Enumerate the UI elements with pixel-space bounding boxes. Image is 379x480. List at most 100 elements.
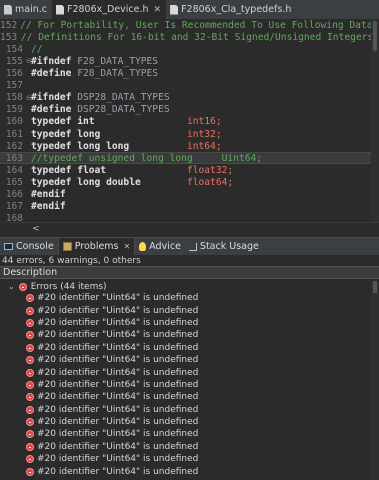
- lightbulb-icon: [139, 242, 147, 251]
- scrollbar-thumb[interactable]: [373, 21, 377, 51]
- code-line[interactable]: 155 ⊖ #ifndef F28_DATA_TYPES: [0, 55, 379, 67]
- c-file-icon: [4, 4, 12, 15]
- problem-row[interactable]: #20 identifier "Uint64" is undefined: [26, 329, 379, 341]
- code-text: #endif: [31, 189, 66, 200]
- editor-horizontal-scrollbar[interactable]: <: [0, 222, 379, 235]
- error-icon: [26, 393, 34, 402]
- code-line[interactable]: 167 #endif: [0, 201, 379, 213]
- line-number: 158: [5, 92, 23, 104]
- problem-row[interactable]: #20 identifier "Uint64" is undefined: [26, 342, 379, 354]
- error-icon: [26, 331, 34, 340]
- code-text: // Definitions For 16-bit and 32-Bit Sig…: [21, 32, 379, 43]
- code-line[interactable]: 163 //typedef unsigned long long Uint64;: [0, 152, 379, 165]
- code-token: float64;: [186, 176, 234, 188]
- scrollbar-thumb[interactable]: [373, 281, 377, 293]
- code-token: typedef long double: [31, 176, 187, 188]
- code-token: DSP28_DATA_TYPES: [77, 92, 170, 104]
- editor-tab-0[interactable]: main.c: [0, 0, 52, 19]
- line-number: 152: [0, 19, 18, 31]
- code-token: //: [31, 43, 43, 55]
- line-number: 162: [5, 140, 23, 152]
- problems-vertical-scrollbar[interactable]: [371, 281, 379, 480]
- code-line[interactable]: 154 //: [0, 43, 379, 55]
- problem-row[interactable]: #20 identifier "Uint64" is undefined: [26, 428, 379, 440]
- view-tab-label: Stack Usage: [199, 241, 259, 252]
- editor-tab-2[interactable]: F2806x_Cla_typedefs.h: [166, 0, 296, 19]
- code-token: int32;: [186, 128, 222, 140]
- line-number: 156: [5, 68, 23, 80]
- code-editor[interactable]: 152// For Portability, User Is Recommend…: [0, 19, 379, 222]
- problem-description: #20 identifier "Uint64" is undefined: [37, 379, 199, 390]
- problem-description: #20 identifier "Uint64" is undefined: [37, 441, 199, 452]
- code-line[interactable]: 162 typedef long long int64;: [0, 140, 379, 152]
- problem-description: #20 identifier "Uint64" is undefined: [37, 466, 199, 477]
- code-line[interactable]: 164 typedef float float32;: [0, 164, 379, 176]
- line-number: 166: [5, 189, 23, 201]
- code-line[interactable]: 156 #define F28_DATA_TYPES: [0, 67, 379, 79]
- code-line[interactable]: 165 typedef long double float64;: [0, 176, 379, 188]
- close-icon[interactable]: ✕: [124, 242, 131, 251]
- code-token: float32;: [186, 164, 234, 176]
- problem-row[interactable]: #20 identifier "Uint64" is undefined: [26, 416, 379, 428]
- problems-icon: [62, 242, 72, 251]
- error-icon: [26, 442, 34, 451]
- code-line[interactable]: 168: [0, 213, 379, 222]
- code-line[interactable]: 153// Definitions For 16-bit and 32-Bit …: [0, 31, 379, 43]
- close-icon[interactable]: ✕: [154, 5, 162, 15]
- code-token: #define: [31, 68, 78, 80]
- problem-row[interactable]: #20 identifier "Uint64" is undefined: [26, 304, 379, 316]
- problem-description: #20 identifier "Uint64" is undefined: [37, 355, 199, 366]
- error-icon: [26, 368, 34, 377]
- view-tab-label: Advice: [149, 241, 181, 252]
- code-text: //: [31, 44, 43, 55]
- error-icon: [26, 418, 34, 427]
- stack-icon: [188, 242, 197, 251]
- code-token: typedef int: [31, 116, 187, 128]
- description-column-header[interactable]: Description: [0, 266, 379, 279]
- code-text: typedef int int16;: [31, 116, 222, 127]
- errors-group[interactable]: ⌄ Errors (44 items): [8, 281, 107, 292]
- view-tab-problems[interactable]: Problems ✕: [57, 238, 136, 255]
- problem-row[interactable]: #20 identifier "Uint64" is undefined: [26, 317, 379, 329]
- code-line[interactable]: 152// For Portability, User Is Recommend…: [0, 19, 379, 31]
- editor-tab-1[interactable]: F2806x_Device.h ✕: [51, 0, 167, 19]
- problem-description: #20 identifier "Uint64" is undefined: [37, 317, 199, 328]
- code-line[interactable]: 166 #endif: [0, 188, 379, 200]
- problem-description: #20 identifier "Uint64" is undefined: [37, 454, 199, 465]
- code-line[interactable]: 161 typedef long int32;: [0, 128, 379, 140]
- problem-row[interactable]: #20 identifier "Uint64" is undefined: [26, 404, 379, 416]
- chevron-down-icon[interactable]: ⌄: [8, 282, 15, 291]
- code-token: #ifndef: [31, 92, 78, 104]
- problem-description: #20 identifier "Uint64" is undefined: [37, 367, 199, 378]
- problem-row[interactable]: #20 identifier "Uint64" is undefined: [26, 292, 379, 304]
- code-token: typedef long long: [31, 140, 187, 152]
- code-line[interactable]: 159 #define DSP28_DATA_TYPES: [0, 104, 379, 116]
- problem-row[interactable]: #20 identifier "Uint64" is undefined: [26, 391, 379, 403]
- code-token: #define: [31, 104, 78, 116]
- h-file-icon: [170, 4, 179, 15]
- code-line[interactable]: 158 ⊖ #ifndef DSP28_DATA_TYPES: [0, 92, 379, 104]
- error-icon: [18, 282, 27, 291]
- code-token: #ifndef: [31, 55, 78, 67]
- scroll-left-icon[interactable]: <: [32, 224, 40, 234]
- problem-description: #20 identifier "Uint64" is undefined: [37, 293, 199, 304]
- problem-row[interactable]: #20 identifier "Uint64" is undefined: [26, 465, 379, 477]
- problem-row[interactable]: #20 identifier "Uint64" is undefined: [26, 366, 379, 378]
- problem-row[interactable]: #20 identifier "Uint64" is undefined: [26, 441, 379, 453]
- problem-row[interactable]: #20 identifier "Uint64" is undefined: [26, 354, 379, 366]
- code-token: // For Portability, User Is Recommended …: [20, 19, 379, 31]
- code-line[interactable]: 157: [0, 80, 379, 92]
- problem-row[interactable]: #20 identifier "Uint64" is undefined: [26, 379, 379, 391]
- error-icon: [26, 430, 34, 439]
- line-number: 160: [5, 116, 23, 128]
- view-tab-stack-usage[interactable]: Stack Usage: [185, 238, 263, 255]
- editor-tab-bar: main.c F2806x_Device.h ✕ F2806x_Cla_typedef…: [0, 0, 379, 20]
- editor-vertical-scrollbar[interactable]: [371, 19, 379, 222]
- view-tab-advice[interactable]: Advice: [135, 238, 185, 255]
- problem-description: #20 identifier "Uint64" is undefined: [37, 429, 199, 440]
- line-number: 167: [5, 201, 23, 213]
- view-tab-console[interactable]: Console: [0, 238, 58, 255]
- code-line[interactable]: 160 typedef int int16;: [0, 116, 379, 128]
- problem-row[interactable]: #20 identifier "Uint64" is undefined: [26, 453, 379, 465]
- error-icon: [26, 306, 34, 315]
